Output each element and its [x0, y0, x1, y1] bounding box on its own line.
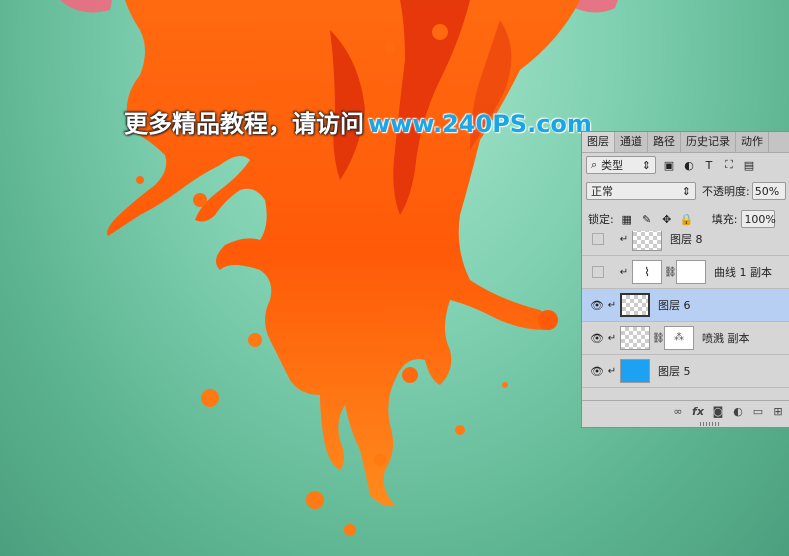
- resize-grip[interactable]: [700, 422, 720, 426]
- mask-icon[interactable]: ◙: [710, 404, 726, 418]
- clip-arrow-icon: ↵: [619, 233, 629, 245]
- eye-icon[interactable]: 👁: [588, 299, 606, 312]
- droplet: [455, 425, 465, 435]
- tab-paths[interactable]: 路径: [648, 132, 681, 152]
- blend-row: 正常 ⇕ 不透明度: 50%: [582, 182, 789, 200]
- layer-thumbnail: [620, 359, 650, 383]
- watermark-url: www.240PS.com: [368, 110, 592, 138]
- watermark-text: 更多精品教程，请访问: [124, 110, 364, 138]
- blend-mode-label: 正常: [591, 185, 613, 198]
- new-layer-icon[interactable]: ⊞: [770, 404, 786, 418]
- chain-link-icon[interactable]: ⛓: [664, 267, 677, 278]
- search-icon: ⌕: [591, 158, 598, 171]
- type-filter-icon[interactable]: T: [702, 158, 716, 172]
- droplet: [344, 524, 356, 536]
- layer-mask-thumbnail[interactable]: ⁂: [664, 326, 694, 350]
- fill-value: 100%: [744, 212, 776, 226]
- chevron-updown-icon: ⇕: [681, 184, 691, 198]
- adjustment-filter-icon[interactable]: ◐: [682, 158, 696, 172]
- lock-image-icon[interactable]: ✎: [640, 212, 654, 226]
- pink-shape-left: [60, 0, 112, 13]
- watermark: 更多精品教程，请访问 www.240PS.com: [124, 104, 592, 139]
- folder-icon[interactable]: ▭: [750, 404, 766, 418]
- droplet: [306, 491, 324, 509]
- layer-name: 图层 5: [658, 365, 691, 378]
- eye-icon[interactable]: 👁: [588, 365, 606, 378]
- visibility-toggle[interactable]: [592, 233, 604, 245]
- fx-icon[interactable]: fx: [690, 404, 706, 418]
- droplet: [502, 382, 508, 388]
- clip-arrow-icon: ↵: [607, 332, 617, 344]
- filter-kind-select[interactable]: ⌕ 类型 ⇕: [586, 156, 656, 174]
- filter-row: ⌕ 类型 ⇕ ▣ ◐ T ⛶ ▤: [582, 156, 789, 174]
- smart-object-filter-icon[interactable]: ▤: [742, 158, 756, 172]
- clip-arrow-icon: ↵: [607, 299, 617, 311]
- layer-name: 图层 6: [658, 299, 691, 312]
- lock-position-icon[interactable]: ✥: [660, 212, 674, 226]
- lock-label: 锁定:: [588, 213, 614, 226]
- layer-row[interactable]: 👁 ↵ ⛓ ⁂ 喷溅 副本: [582, 322, 789, 355]
- droplet: [432, 24, 448, 40]
- tab-channels[interactable]: 通道: [615, 132, 648, 152]
- shape-filter-icon[interactable]: ⛶: [722, 158, 736, 172]
- tab-layers[interactable]: 图层: [582, 132, 615, 152]
- clip-arrow-icon: ↵: [607, 365, 617, 377]
- opacity-input[interactable]: 50%: [751, 182, 786, 200]
- panel-footer: ∞ fx ◙ ◐ ▭ ⊞: [582, 400, 789, 421]
- opacity-label: 不透明度:: [702, 185, 750, 198]
- layer-name: 曲线 1 副本: [714, 266, 772, 279]
- adjustment-icon[interactable]: ◐: [730, 404, 746, 418]
- droplet: [385, 43, 395, 53]
- lock-all-icon[interactable]: 🔒: [680, 212, 694, 226]
- layers-list: ↵ 图层 8 ↵ ⌇ ⛓ 曲线 1 副本 👁 ↵ 图层 6 👁 ↵ ⛓ ⁂ 喷溅…: [582, 231, 789, 400]
- layer-mask-thumbnail[interactable]: [676, 260, 706, 284]
- tab-history[interactable]: 历史记录: [681, 132, 736, 152]
- link-icon[interactable]: ∞: [670, 404, 686, 418]
- layer-name: 图层 8: [670, 233, 703, 246]
- droplet: [136, 176, 144, 184]
- droplet: [374, 454, 386, 466]
- droplet: [402, 367, 418, 383]
- layer-row[interactable]: 👁 ↵ 图层 5: [582, 355, 789, 388]
- eye-icon[interactable]: 👁: [588, 332, 606, 345]
- chain-link-icon[interactable]: ⛓: [652, 333, 665, 344]
- layers-panel: 图层 通道 路径 历史记录 动作 ⌕ 类型 ⇕ ▣ ◐ T ⛶ ▤ 正常 ⇕ 不…: [581, 131, 789, 428]
- droplet: [193, 193, 207, 207]
- layer-thumbnail: [632, 231, 662, 251]
- fill-label: 填充:: [711, 213, 738, 226]
- layer-row[interactable]: ↵ ⌇ ⛓ 曲线 1 副本: [582, 256, 789, 289]
- layer-name: 喷溅 副本: [702, 332, 750, 345]
- panel-tabs: 图层 通道 路径 历史记录 动作: [582, 132, 789, 153]
- layer-row-selected[interactable]: 👁 ↵ 图层 6: [582, 289, 789, 322]
- visibility-toggle[interactable]: [592, 266, 604, 278]
- curves-adjustment-icon: ⌇: [632, 260, 662, 284]
- layer-thumbnail: [620, 293, 650, 317]
- droplet: [248, 333, 262, 347]
- pixel-filter-icon[interactable]: ▣: [662, 158, 676, 172]
- chevron-updown-icon: ⇕: [641, 158, 651, 172]
- lock-row: 锁定: ▦ ✎ ✥ 🔒 填充: 100%: [582, 210, 789, 228]
- droplet: [201, 389, 219, 407]
- filter-kind-label: 类型: [601, 159, 624, 172]
- tab-actions[interactable]: 动作: [736, 132, 769, 152]
- blend-mode-select[interactable]: 正常 ⇕: [586, 182, 696, 200]
- fill-input[interactable]: 100%: [741, 210, 776, 228]
- layer-thumbnail: [620, 326, 650, 350]
- opacity-value: 50%: [754, 184, 780, 198]
- layer-row[interactable]: ↵ 图层 8: [582, 231, 789, 256]
- clip-arrow-icon: ↵: [619, 266, 629, 278]
- lock-transparency-icon[interactable]: ▦: [620, 212, 634, 226]
- droplet: [538, 310, 558, 330]
